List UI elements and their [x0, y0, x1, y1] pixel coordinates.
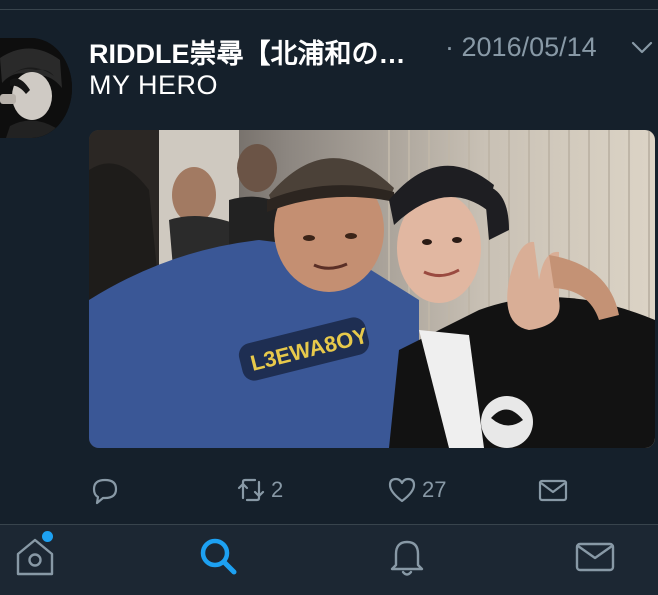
reply-button[interactable]: [89, 470, 125, 510]
photo-two-men: L3EWA8OY: [89, 130, 655, 448]
messages-mail-icon: [575, 542, 615, 572]
chevron-down-icon[interactable]: [631, 40, 653, 56]
meta-separator: ·: [445, 32, 454, 62]
search-icon: [200, 538, 237, 575]
like-icon: [388, 477, 416, 503]
tweet-photo[interactable]: L3EWA8OY: [89, 130, 655, 448]
tweet-date[interactable]: 2016/05/14: [462, 32, 597, 62]
share-button[interactable]: [537, 470, 569, 510]
avatar[interactable]: [0, 38, 72, 138]
tab-search[interactable]: [183, 533, 253, 593]
retweet-icon: [237, 478, 265, 502]
bottom-tab-bar: [0, 524, 658, 595]
tweet-header: RIDDLE崇尋【北浦和の… · 2016/05/14: [89, 28, 653, 71]
notifications-bell-icon: [390, 540, 424, 576]
like-count: 27: [422, 477, 447, 502]
tab-notifications[interactable]: [372, 533, 442, 593]
like-button[interactable]: 27: [386, 470, 446, 510]
avatar-photo: [0, 38, 72, 138]
tweet-meta: · 2016/05/14: [445, 32, 597, 63]
tweet-text: MY HERO: [89, 70, 219, 100]
previous-tweet-divider: [0, 0, 658, 10]
reply-icon: [92, 478, 118, 505]
twitter-app-screen: RIDDLE崇尋【北浦和の… · 2016/05/14 MY HERO L3EW…: [0, 0, 658, 595]
retweet-count: 2: [271, 477, 284, 502]
home-notification-dot: [42, 531, 53, 542]
share-mail-icon: [538, 479, 568, 502]
retweet-button[interactable]: 2: [235, 470, 283, 510]
author-name[interactable]: RIDDLE崇尋【北浦和の…: [89, 32, 406, 71]
tab-messages[interactable]: [560, 533, 630, 593]
tweet-actions: 2 27: [89, 470, 655, 510]
tab-home[interactable]: [0, 531, 70, 593]
